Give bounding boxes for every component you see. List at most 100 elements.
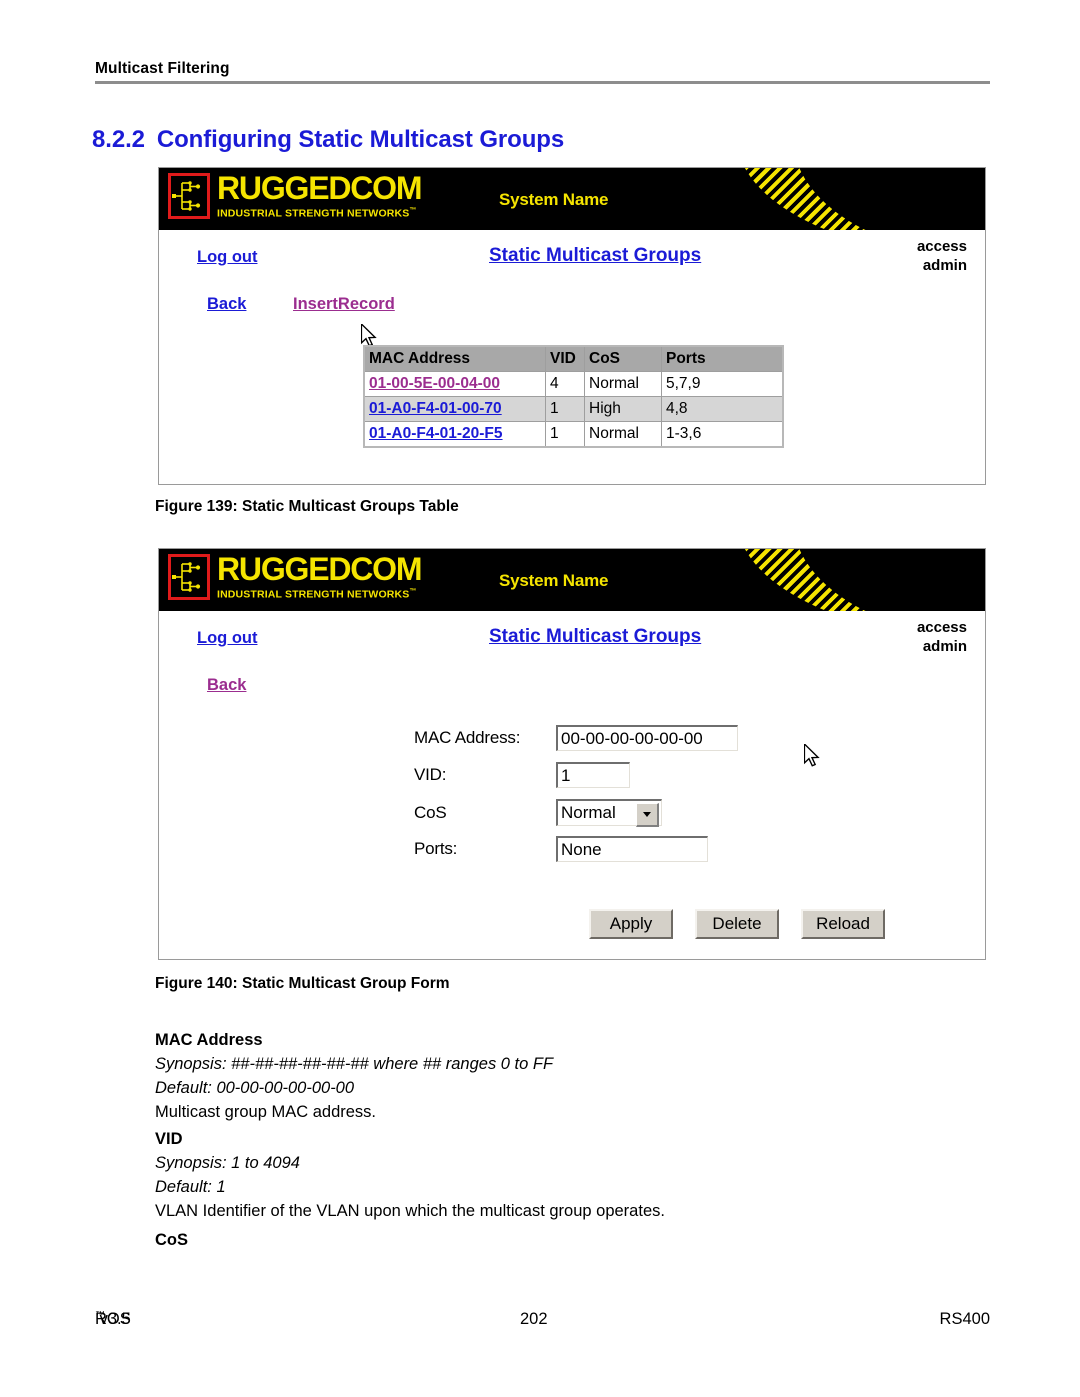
label-vid: VID: xyxy=(414,765,447,784)
cell-ports: 5,7,9 xyxy=(661,371,784,397)
cell-ports: 1-3,6 xyxy=(661,421,784,448)
form-field-vid: VID: xyxy=(414,762,630,788)
app-page-body: Log out Static Multicast Groups access a… xyxy=(159,611,985,959)
section-number: 8.2.2 xyxy=(92,126,145,153)
screenshot-static-multicast-group-form: RUGGEDCOM INDUSTRIAL STRENGTH NETWORKS™ … xyxy=(158,548,986,960)
label-ports: Ports: xyxy=(414,839,458,858)
cell-cos: Normal xyxy=(584,421,662,448)
logout-link[interactable]: Log out xyxy=(197,248,257,267)
ruggedcom-logo: RUGGEDCOM INDUSTRIAL STRENGTH NETWORKS™ xyxy=(168,551,423,601)
back-link[interactable]: Back xyxy=(207,295,246,314)
access-info: access admin xyxy=(917,618,967,656)
access-label: access xyxy=(916,619,967,636)
ruggedcom-logo: RUGGEDCOM INDUSTRIAL STRENGTH NETWORKS™ xyxy=(168,170,423,220)
cell-vid: 1 xyxy=(545,396,585,422)
parameter-synopsis: Synopsis: 1 to 4094 xyxy=(155,1154,300,1172)
cos-select[interactable]: Normal xyxy=(556,799,662,827)
form-field-cos: CoS Normal xyxy=(414,799,662,827)
table-row: 01-00-5E-00-04-00 4 Normal 5,7,9 xyxy=(363,371,784,397)
apply-button[interactable]: Apply xyxy=(589,909,673,939)
footer-product: ROS ™ v3.5 xyxy=(95,1310,131,1329)
static-multicast-group-form: MAC Address: VID: CoS Normal Ports: Appl… xyxy=(159,711,985,959)
chevron-down-icon[interactable] xyxy=(636,803,659,827)
table-header-row: MAC Address VID CoS Ports xyxy=(363,345,784,372)
column-header-cos[interactable]: CoS xyxy=(584,345,662,372)
cell-mac-address: 01-00-5E-00-04-00 xyxy=(363,371,546,397)
parameter-name: MAC Address xyxy=(155,1031,263,1049)
section-title: Configuring Static Multicast Groups xyxy=(156,126,565,153)
label-cos: CoS xyxy=(414,802,447,822)
screenshot-static-multicast-groups-table: RUGGEDCOM INDUSTRIAL STRENGTH NETWORKS™ … xyxy=(158,167,986,485)
app-banner: RUGGEDCOM INDUSTRIAL STRENGTH NETWORKS™ … xyxy=(159,168,985,230)
parameter-block-vid: VID Synopsis: 1 to 4094 Default: 1 VLAN … xyxy=(155,1127,975,1223)
app-page-title-link[interactable]: Static Multicast Groups xyxy=(489,626,701,648)
parameter-description: VLAN Identifier of the VLAN upon which t… xyxy=(155,1202,665,1220)
ports-input[interactable] xyxy=(556,836,708,862)
logo-wordmark: RUGGEDCOM xyxy=(217,551,423,587)
table-row: 01-A0-F4-01-00-70 1 High 4,8 xyxy=(363,396,784,422)
logo-tagline: INDUSTRIAL STRENGTH NETWORKS™ xyxy=(217,205,421,220)
mac-address-link[interactable]: 01-A0-F4-01-20-F5 xyxy=(369,425,503,442)
parameter-block-mac-address: MAC Address Synopsis: ##-##-##-##-##-## … xyxy=(155,1028,975,1124)
parameter-default: Default: 00-00-00-00-00-00 xyxy=(155,1079,355,1097)
circuit-tree-icon xyxy=(168,173,210,219)
logo-tagline-tm: ™ xyxy=(409,207,417,214)
logo-tagline-text: INDUSTRIAL STRENGTH NETWORKS xyxy=(217,588,410,601)
running-head-text: Multicast Filtering xyxy=(95,60,230,77)
circuit-tree-icon xyxy=(168,554,210,600)
label-mac-address: MAC Address: xyxy=(414,728,521,747)
insert-record-link[interactable]: InsertRecord xyxy=(293,295,395,314)
parameter-name: CoS xyxy=(155,1231,188,1249)
access-label: access xyxy=(916,238,967,255)
app-secondary-nav-row: Back InsertRecord xyxy=(159,286,985,330)
running-head: Multicast Filtering xyxy=(95,60,990,84)
logout-link[interactable]: Log out xyxy=(197,629,257,648)
footer-version: v3.5 xyxy=(99,1310,131,1328)
cell-ports: 4,8 xyxy=(661,396,784,422)
cos-selected-value: Normal xyxy=(561,803,616,822)
parameter-default: Default: 1 xyxy=(155,1178,226,1196)
figure-caption-140: Figure 140: Static Multicast Group Form xyxy=(155,975,450,992)
cell-mac-address: 01-A0-F4-01-00-70 xyxy=(363,396,546,422)
page-title: 8.2.2 Configuring Static Multicast Groups xyxy=(92,126,564,154)
cell-cos: High xyxy=(584,396,662,422)
app-top-nav-row: Log out Static Multicast Groups access a… xyxy=(159,230,985,286)
logo-wordmark: RUGGEDCOM xyxy=(217,170,423,206)
form-field-mac-address: MAC Address: xyxy=(414,725,738,751)
cell-vid: 4 xyxy=(545,371,585,397)
mac-address-input[interactable] xyxy=(556,725,738,751)
footer-model: RS400 xyxy=(939,1310,990,1328)
back-link[interactable]: Back xyxy=(207,676,246,695)
app-page-title-link[interactable]: Static Multicast Groups xyxy=(489,245,701,267)
column-header-ports[interactable]: Ports xyxy=(661,345,784,372)
logo-tagline-tm: ™ xyxy=(409,588,417,595)
page-footer: ROS ™ v3.5 202 RS400 xyxy=(95,1310,990,1334)
app-banner: RUGGEDCOM INDUSTRIAL STRENGTH NETWORKS™ … xyxy=(159,549,985,611)
cell-mac-address: 01-A0-F4-01-20-F5 xyxy=(363,421,546,448)
system-name: System Name xyxy=(499,571,609,590)
figure-caption-139: Figure 139: Static Multicast Groups Tabl… xyxy=(155,498,459,515)
reload-button[interactable]: Reload xyxy=(801,909,885,939)
table-row: 01-A0-F4-01-20-F5 1 Normal 1-3,6 xyxy=(363,421,784,448)
column-header-vid[interactable]: VID xyxy=(545,345,585,372)
mac-address-link[interactable]: 01-A0-F4-01-00-70 xyxy=(369,400,502,417)
app-top-nav-row: Log out Static Multicast Groups access a… xyxy=(159,611,985,667)
logo-tagline: INDUSTRIAL STRENGTH NETWORKS™ xyxy=(217,586,421,601)
cell-vid: 1 xyxy=(545,421,585,448)
static-multicast-groups-table: MAC Address VID CoS Ports 01-00-5E-00-04… xyxy=(363,345,784,448)
running-head-rule xyxy=(95,81,990,84)
cell-cos: Normal xyxy=(584,371,662,397)
access-info: access admin xyxy=(917,237,967,275)
parameter-description: Multicast group MAC address. xyxy=(155,1103,377,1121)
parameter-name: VID xyxy=(155,1130,183,1148)
vid-input[interactable] xyxy=(556,762,630,788)
form-button-row: Apply Delete Reload xyxy=(589,909,885,939)
delete-button[interactable]: Delete xyxy=(695,909,779,939)
column-header-mac-address[interactable]: MAC Address xyxy=(363,345,546,372)
mac-address-link[interactable]: 01-00-5E-00-04-00 xyxy=(369,375,500,392)
system-name: System Name xyxy=(499,190,609,209)
access-value: admin xyxy=(922,638,967,655)
parameter-synopsis: Synopsis: ##-##-##-##-##-## where ## ran… xyxy=(155,1055,554,1073)
app-secondary-nav-row: Back xyxy=(159,667,985,711)
app-page-body: Log out Static Multicast Groups access a… xyxy=(159,230,985,448)
